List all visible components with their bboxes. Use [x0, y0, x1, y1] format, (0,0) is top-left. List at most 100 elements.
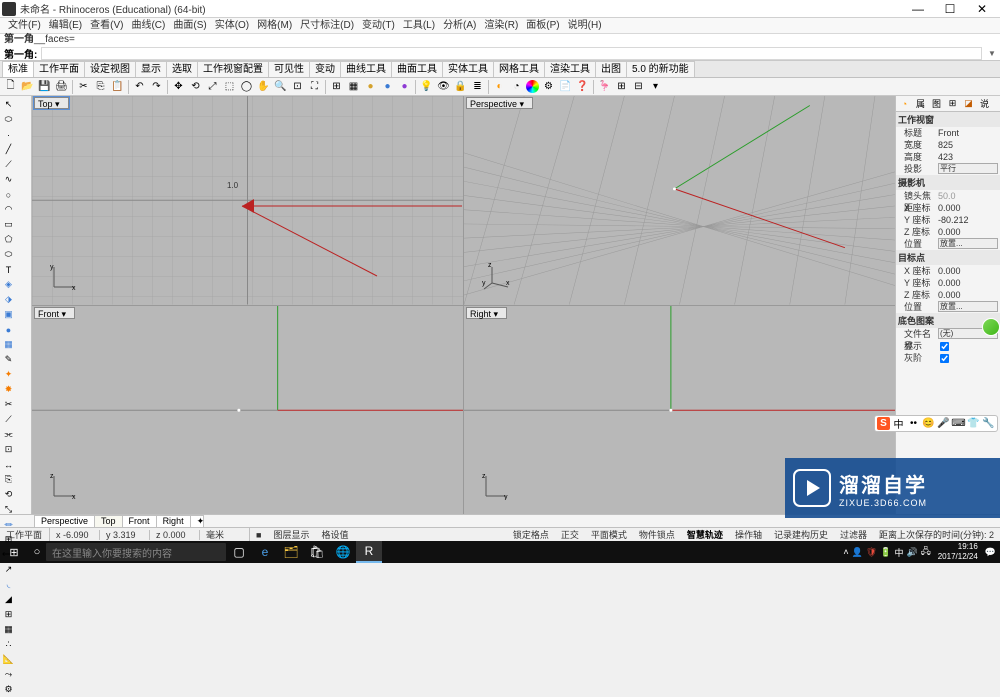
chrome-icon[interactable]: 🌐	[330, 541, 356, 563]
ime-tool-icon[interactable]: 🔧	[982, 417, 995, 430]
select-icon[interactable]: ⬚	[222, 79, 237, 94]
rp-h-v[interactable]: 423	[938, 151, 998, 163]
scale2-icon[interactable]: ⤡	[2, 503, 16, 517]
tab-curvetool[interactable]: 曲线工具	[340, 61, 392, 77]
rp-tpos-v[interactable]: 放置...	[938, 301, 998, 312]
minimize-button[interactable]: —	[908, 2, 928, 16]
pan-icon[interactable]: ✋	[256, 79, 271, 94]
lasso-icon[interactable]: ◯	[239, 79, 254, 94]
viewports-icon[interactable]: ▦	[346, 79, 361, 94]
rp-tab-help[interactable]: 说	[977, 97, 992, 110]
print-icon[interactable]: 🖨	[54, 79, 69, 94]
split-icon[interactable]: ⟋	[2, 413, 16, 427]
colorwheel-icon[interactable]	[526, 80, 539, 93]
copy2-icon[interactable]: ⎘	[2, 473, 16, 487]
menu-panel[interactable]: 面板(P)	[522, 18, 563, 33]
render-icon[interactable]: ●	[380, 79, 395, 94]
cplane-icon[interactable]: ⊞	[329, 79, 344, 94]
rp-tab-display[interactable]: ⊞	[945, 97, 960, 110]
pointer-icon[interactable]: ↖	[2, 98, 16, 112]
arc-icon[interactable]: ◠	[2, 203, 16, 217]
status-gridsnap[interactable]: 格设值	[315, 528, 354, 541]
vtab-add-button[interactable]: ✦	[190, 515, 204, 528]
curve-icon[interactable]: ∿	[2, 173, 16, 187]
floating-green-badge[interactable]	[982, 318, 1000, 336]
mesh-icon[interactable]: ▦	[2, 338, 16, 352]
viewport-front-label[interactable]: Front ▾	[34, 307, 75, 319]
new-icon[interactable]: 🗋	[3, 79, 18, 94]
status-ortho[interactable]: 正交	[555, 528, 585, 541]
tab-transform[interactable]: 变动	[309, 61, 341, 77]
point-icon[interactable]: ·	[2, 128, 16, 142]
grid-icon[interactable]: ⊞	[614, 79, 629, 94]
vtab-front[interactable]: Front	[122, 515, 157, 528]
analyze-icon[interactable]: 📐	[2, 653, 16, 667]
rp-tx-v[interactable]: 0.000	[938, 265, 998, 277]
move-icon[interactable]: ✥	[171, 79, 186, 94]
rect-icon[interactable]: ▭	[2, 218, 16, 232]
viewport-top-label[interactable]: Top ▾	[34, 97, 69, 109]
tab-setview[interactable]: 设定视图	[84, 61, 136, 77]
menu-mesh[interactable]: 网格(M)	[253, 18, 296, 33]
viewport-persp-label[interactable]: Perspective ▾	[466, 97, 533, 109]
tab-viewport[interactable]: 工作视窗配置	[197, 61, 269, 77]
command-input[interactable]	[41, 47, 982, 60]
rp-tab-layer[interactable]: 图	[929, 97, 944, 110]
menu-render[interactable]: 渲染(R)	[480, 18, 522, 33]
undo-icon[interactable]: ↶	[132, 79, 147, 94]
pton-icon[interactable]: ✦	[2, 368, 16, 382]
rp-proj-v[interactable]: 平行	[938, 163, 998, 174]
edge-icon[interactable]: e	[252, 541, 278, 563]
menu-transform[interactable]: 变动(T)	[358, 18, 399, 33]
tray-network-icon[interactable]: 🖧	[921, 544, 931, 560]
paste-icon[interactable]: 📋	[110, 79, 125, 94]
zoomextents-icon[interactable]: ⊡	[290, 79, 305, 94]
menu-view[interactable]: 查看(V)	[86, 18, 127, 33]
zoomwin-icon[interactable]: ⛶	[307, 79, 322, 94]
start-button[interactable]: ⊞	[0, 541, 28, 563]
join-icon[interactable]: ⫘	[2, 428, 16, 442]
properties-icon[interactable]: ◔	[509, 79, 524, 94]
lock-icon[interactable]: 🔒	[453, 79, 468, 94]
rotate2-icon[interactable]: ⟲	[2, 488, 16, 502]
rotate-icon[interactable]: ⟲	[188, 79, 203, 94]
close-button[interactable]: ✕	[972, 2, 992, 16]
docprops-icon[interactable]: 📄	[558, 79, 573, 94]
hide-icon[interactable]: 👁	[436, 79, 451, 94]
rp-show-checkbox[interactable]	[940, 342, 949, 351]
tab-surftool[interactable]: 曲面工具	[391, 61, 443, 77]
text-icon[interactable]: T	[2, 263, 16, 277]
fillet-icon[interactable]: ◟	[2, 578, 16, 592]
status-gumball[interactable]: 操作轴	[729, 528, 768, 541]
status-lockgrid[interactable]: 锁定格点	[507, 528, 555, 541]
chamfer-icon[interactable]: ◢	[2, 593, 16, 607]
rp-gray-checkbox[interactable]	[940, 354, 949, 363]
vtab-perspective[interactable]: Perspective	[34, 515, 95, 528]
light-icon[interactable]: 💡	[419, 79, 434, 94]
ellipse-icon[interactable]: ⬭	[2, 248, 16, 262]
group-icon[interactable]: ⊡	[2, 443, 16, 457]
rp-w-v[interactable]: 825	[938, 139, 998, 151]
rp-ty-v[interactable]: 0.000	[938, 277, 998, 289]
tray-ime-icon[interactable]: 中	[894, 546, 903, 559]
taskbar-clock[interactable]: 19:162017/12/24	[934, 542, 982, 562]
explode-icon[interactable]: ✸	[2, 383, 16, 397]
flamingo-icon[interactable]: 🦩	[597, 79, 612, 94]
setpt-icon[interactable]: ∴	[2, 638, 16, 652]
ime-punct-icon[interactable]: ••	[907, 417, 920, 430]
status-smarttrack[interactable]: 智慧轨迹	[681, 528, 729, 541]
copy-icon[interactable]: ⎘	[93, 79, 108, 94]
tray-people-icon[interactable]: 👤	[852, 547, 863, 558]
tab-cplane[interactable]: 工作平面	[33, 61, 85, 77]
surf-icon[interactable]: ◈	[2, 278, 16, 292]
tray-up-icon[interactable]: ˄	[843, 547, 848, 557]
menu-solid[interactable]: 实体(O)	[211, 18, 253, 33]
rhino-taskbar-icon[interactable]: R	[356, 541, 382, 563]
open-icon[interactable]: 📂	[20, 79, 35, 94]
rp-tz-v[interactable]: 0.000	[938, 289, 998, 301]
viewport-top[interactable]: Top ▾ 1.0 yx	[32, 96, 463, 305]
status-osnap[interactable]: 物件锁点	[633, 528, 681, 541]
options2-icon[interactable]: ⚙	[2, 683, 16, 697]
vtab-top[interactable]: Top	[94, 515, 123, 528]
grid4-icon[interactable]: ▦	[2, 623, 16, 637]
